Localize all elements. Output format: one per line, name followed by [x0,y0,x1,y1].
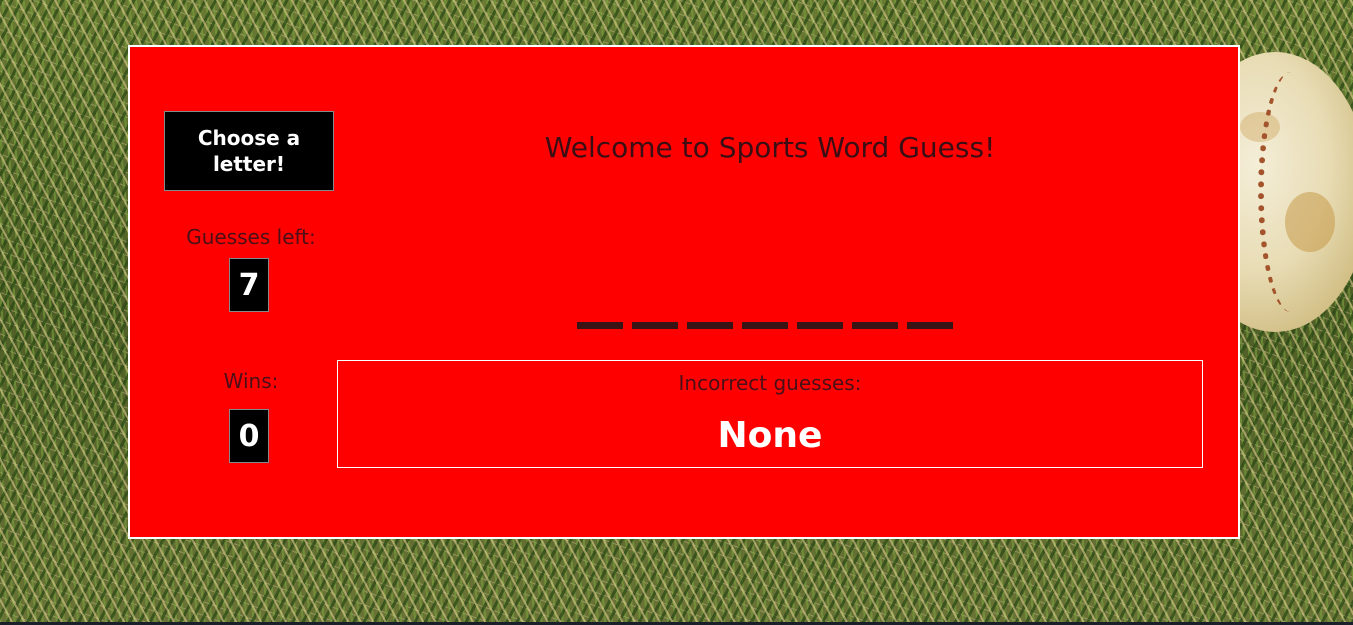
baseball-seam [1258,72,1324,312]
letter-blank [907,322,953,329]
wins-value: 0 [229,409,269,463]
guesses-left-value: 7 [229,258,269,312]
game-panel: Choose a letter! Welcome to Sports Word … [128,45,1240,539]
letter-blank [852,322,898,329]
wins-label: Wins: [223,369,279,393]
choose-letter-button[interactable]: Choose a letter! [164,111,334,191]
incorrect-guesses-label: Incorrect guesses: [678,371,862,395]
incorrect-guesses-value: None [717,415,823,456]
letter-blank [577,322,623,329]
letter-blank [797,322,843,329]
welcome-title: Welcome to Sports Word Guess! [544,131,996,164]
letter-blank [742,322,788,329]
letter-blank [687,322,733,329]
page-background: { "game": { "choose_button_label": "Choo… [0,0,1353,625]
guesses-left-label: Guesses left: [186,225,316,249]
incorrect-guesses-box: Incorrect guesses: None [337,360,1203,468]
word-blanks [577,322,953,330]
letter-blank [632,322,678,329]
